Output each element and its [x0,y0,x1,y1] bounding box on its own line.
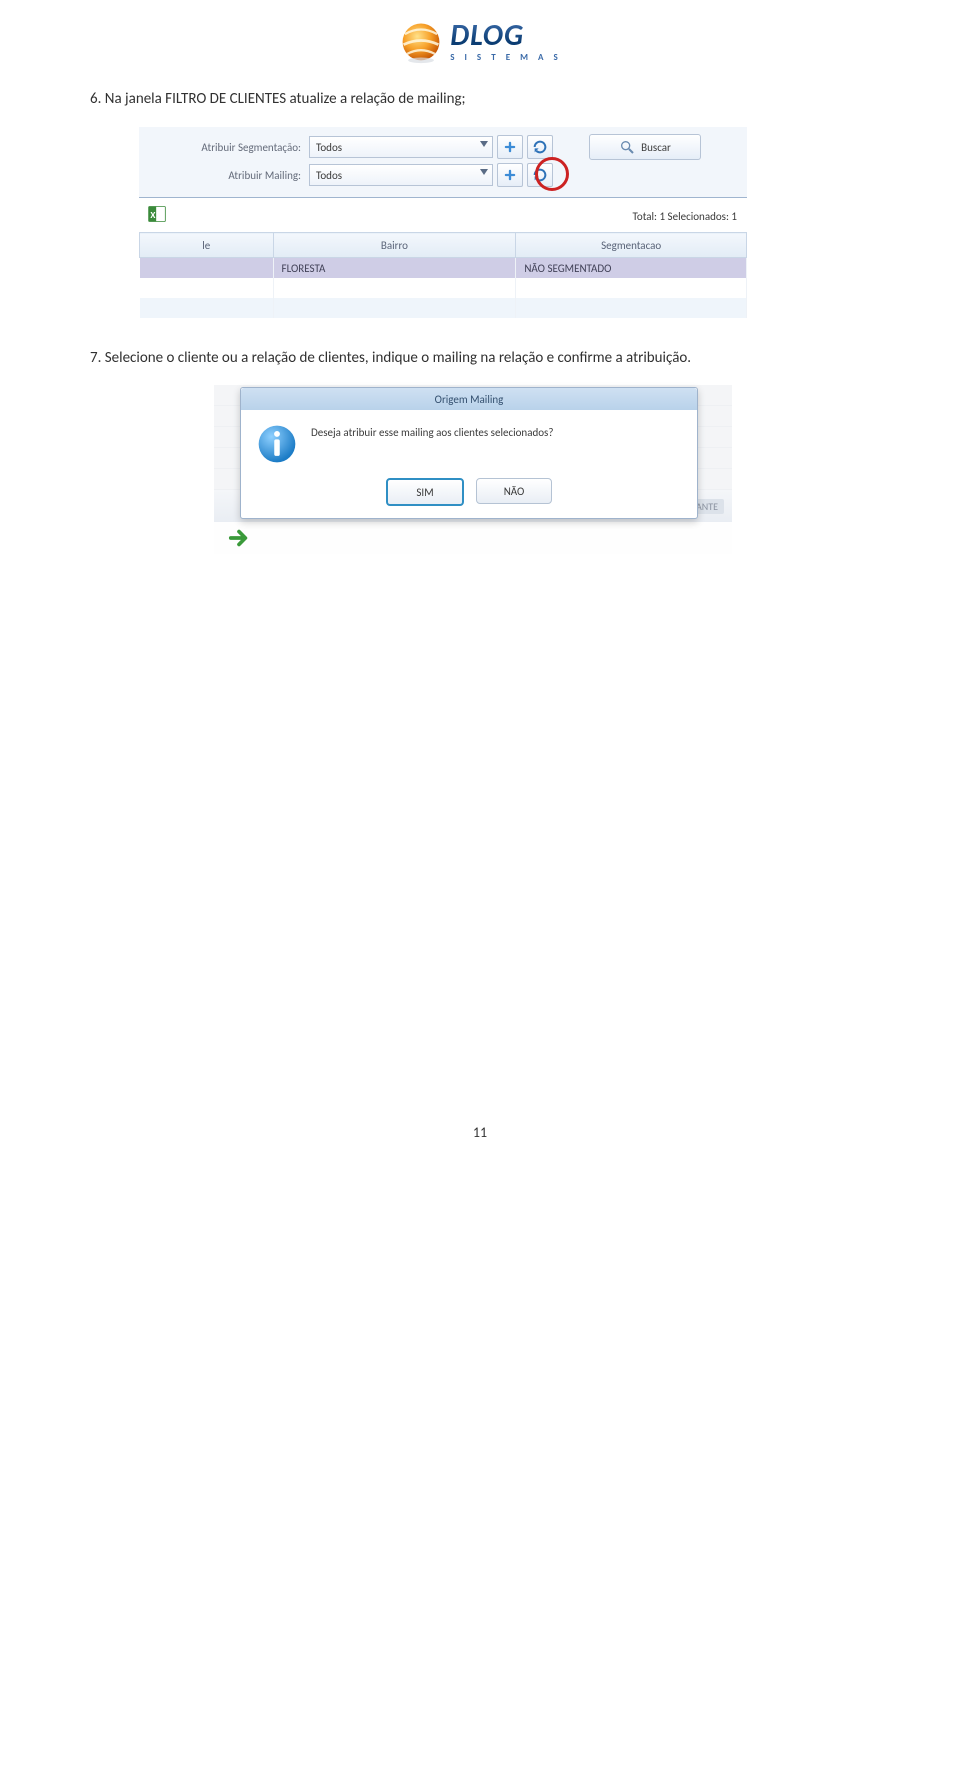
chevron-down-icon [480,169,488,175]
refresh-mailing-button[interactable] [527,163,553,187]
confirm-yes-button[interactable]: SIM [386,478,464,506]
clients-table: le Bairro Segmentacao FLORESTA NÃO SEGME… [139,232,747,318]
screenshot-confirm-dialog: Atribuir Segmentação: DIAMANTE Origem Ma… [214,385,732,554]
refresh-segment-button[interactable] [527,135,553,159]
dropdown-segment-value: Todos [316,141,342,154]
step-6-text: 6. Na janela FILTRO DE CLIENTES atualize… [90,90,870,108]
arrow-right-icon [228,527,250,549]
col-header-3[interactable]: Segmentacao [516,233,747,258]
dlog-globe-icon [398,18,444,64]
export-excel-button[interactable]: X [147,204,167,228]
document-header: DLOG S I S T E M A S [90,18,870,64]
col-header-1[interactable]: le [140,233,274,258]
dropdown-segment[interactable]: Todos [309,136,493,158]
screenshot-filter-clients: Atribuir Segmentação: Todos Buscar Atrib… [138,126,748,319]
dlog-logo: DLOG S I S T E M A S [398,18,562,64]
confirm-no-button[interactable]: NÃO [476,478,552,504]
dialog-message: Deseja atribuir esse mailing aos cliente… [311,422,553,439]
col-header-2[interactable]: Bairro [273,233,516,258]
info-icon [255,422,299,466]
totals-text: Total: 1 Selecionados: 1 [633,210,737,223]
dialog-title: Origem Mailing [241,388,697,410]
chevron-down-icon [480,141,488,147]
magnifier-icon [619,139,635,155]
confirm-dialog: Origem Mailing Deseja atribuir esse mail… [240,387,698,519]
label-mailing: Atribuir Mailing: [139,169,305,182]
yes-label: SIM [416,486,433,499]
logo-subtitle: S I S T E M A S [450,53,562,62]
step-7-text: 7. Selecione o cliente ou a relação de c… [90,349,870,367]
add-segment-button[interactable] [497,135,523,159]
dropdown-mailing-value: Todos [316,169,342,182]
no-label: NÃO [504,485,525,498]
page-number: 11 [90,1124,870,1141]
add-mailing-button[interactable] [497,163,523,187]
label-segment: Atribuir Segmentação: [139,141,305,154]
table-row [140,298,747,318]
table-row [140,278,747,298]
search-button[interactable]: Buscar [589,134,701,160]
dropdown-mailing[interactable]: Todos [309,164,493,186]
logo-name: DLOG [450,21,562,51]
excel-icon: X [147,204,167,224]
search-label: Buscar [641,141,671,154]
table-row[interactable]: FLORESTA NÃO SEGMENTADO [140,258,747,279]
